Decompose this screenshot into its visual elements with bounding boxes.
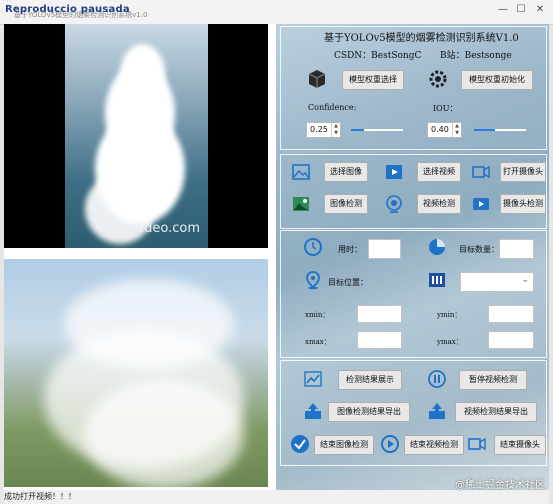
time-label: 用时：: [338, 245, 362, 254]
target-select[interactable]: ⌄: [460, 272, 534, 292]
count-label: 目标数量：: [459, 245, 499, 254]
open-camera-button[interactable]: 打开摄像头: [500, 162, 546, 182]
camera-off-icon: [468, 437, 486, 451]
image-detect-icon: [293, 197, 309, 211]
video-camera-icon: [472, 165, 490, 179]
csdn-label: CSDN：BestSongC: [334, 51, 422, 61]
confidence-spinbox[interactable]: 0.25 ▲ ▼: [306, 122, 341, 138]
gear-icon: [429, 70, 447, 88]
xmin-field: [357, 305, 402, 323]
export-image-results-button[interactable]: 图像检测结果导出: [328, 402, 410, 422]
camera-detect-button[interactable]: 摄像头检测: [500, 194, 546, 214]
timer-icon: [304, 238, 322, 256]
close-button[interactable]: ✕: [533, 3, 547, 17]
pause-video-button[interactable]: 暂停视频检测: [459, 370, 527, 390]
select-image-button[interactable]: 选择图像: [324, 162, 368, 182]
count-value-field: [499, 239, 534, 259]
title-bar: 基于YOLOv5模型的烟雾检测识别系统v1.0 Reproduccio paus…: [0, 0, 553, 25]
maximize-button[interactable]: ☐: [514, 3, 528, 17]
paused-watermark: Reproduccio pausada: [5, 4, 130, 15]
clideo-watermark: clideo.com: [129, 221, 200, 236]
original-video-display: clideo.com: [4, 24, 268, 248]
model-select-button[interactable]: 模型权重选择: [342, 70, 404, 90]
end-camera-button[interactable]: 结束摄像头: [494, 435, 546, 455]
site-watermark: @稀土掘金技术社区: [455, 480, 545, 491]
status-message: 成功打开视频！！！: [4, 492, 76, 501]
end-image-detect-button[interactable]: 结束图像检测: [314, 435, 374, 455]
confidence-slider[interactable]: [351, 129, 403, 131]
status-bar: 成功打开视频！！！: [4, 490, 549, 504]
camera-detect-icon: [473, 198, 489, 210]
time-value-field: [368, 239, 401, 259]
control-panel: 基于YOLOv5模型的烟雾检测识别系统V1.0 CSDN：BestSongC B…: [276, 24, 549, 490]
ymax-field: [488, 331, 534, 349]
show-results-button[interactable]: 检测结果展示: [338, 370, 402, 390]
line-chart-icon: [304, 371, 322, 387]
check-icon: [291, 435, 309, 453]
ymin-label: ymin：: [437, 311, 462, 319]
image-icon: [292, 164, 310, 180]
image-detect-button[interactable]: 图像检测: [324, 194, 368, 214]
list-box-icon: [429, 273, 445, 287]
model-init-button[interactable]: 模型权重初始化: [461, 70, 533, 90]
pause-icon: [428, 370, 446, 388]
xmin-label: xmin：: [305, 311, 330, 319]
video-file-icon: [386, 165, 402, 179]
webcam-icon: [386, 195, 402, 213]
minimize-button[interactable]: —: [496, 3, 510, 17]
position-label: 目标位置：: [328, 278, 368, 287]
export-icon: [305, 403, 321, 419]
cube-icon: [308, 70, 326, 88]
video-detect-button[interactable]: 视频检测: [417, 194, 461, 214]
chevron-down-icon: ⌄: [521, 275, 529, 285]
smoke-video-frame: clideo.com: [65, 24, 208, 248]
iou-label: IOU：: [433, 104, 458, 113]
xmax-label: xmax：: [305, 338, 331, 346]
ymax-label: ymax：: [437, 338, 463, 346]
pie-icon: [429, 239, 445, 255]
app-title: 基于YOLOv5模型的烟雾检测识别系统V1.0: [324, 33, 519, 44]
location-pin-icon: [306, 271, 320, 290]
xmax-field: [357, 331, 402, 349]
select-video-button[interactable]: 选择视频: [417, 162, 461, 182]
ymin-field: [488, 305, 534, 323]
export-video-results-button[interactable]: 视频检测结果导出: [455, 402, 537, 422]
play-stop-icon: [381, 435, 399, 453]
iou-spinbox[interactable]: 0.40 ▲ ▼: [427, 122, 462, 138]
bilibili-label: B站：Bestsonge: [440, 51, 512, 61]
detection-result-display: [4, 259, 268, 487]
confidence-label: Confidence:: [308, 103, 357, 112]
end-video-detect-button[interactable]: 结束视频检测: [404, 435, 464, 455]
iou-slider[interactable]: [474, 129, 526, 131]
export-video-icon: [429, 403, 445, 419]
